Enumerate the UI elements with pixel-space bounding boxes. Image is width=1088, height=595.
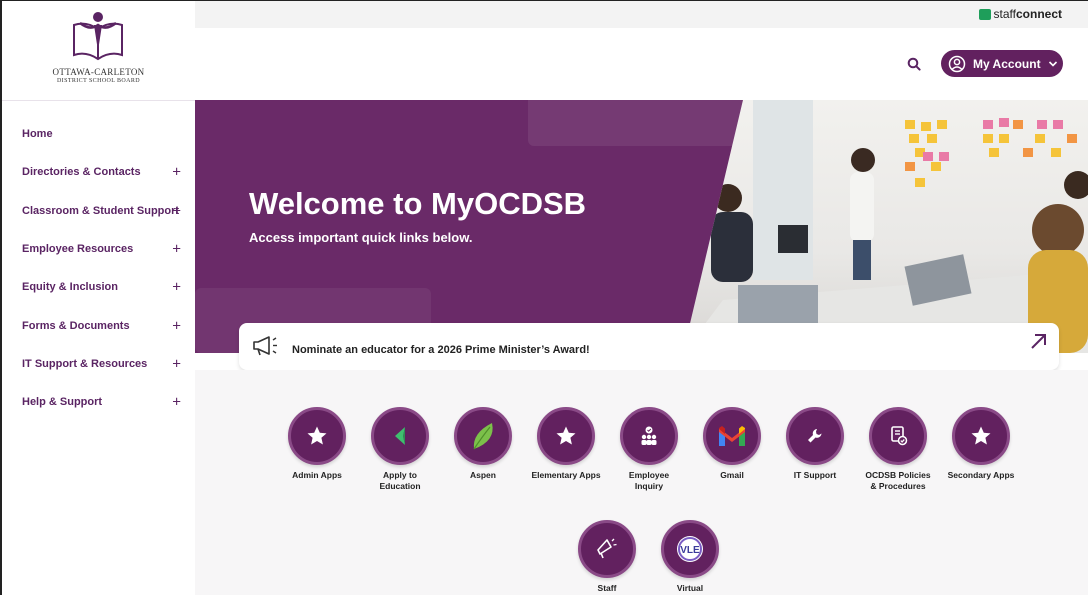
org-name-line2: DISTRICT SCHOOL BOARD xyxy=(56,78,141,84)
sidebar-item-label: IT Support & Resources xyxy=(22,357,148,370)
sidebar-item-forms[interactable]: Forms & Documents + xyxy=(2,306,195,344)
app-virtual[interactable]: VLE Virtual xyxy=(655,520,725,594)
hero-banner: Welcome to MyOCDSB Access important quic… xyxy=(195,100,1088,353)
staffconnect-mark-icon xyxy=(978,8,991,20)
ocdsb-logo[interactable]: OTTAWA-CARLETON DISTRICT SCHOOL BOARD xyxy=(2,1,195,101)
app-circle[interactable] xyxy=(578,520,636,578)
announcement-banner[interactable]: Nominate an educator for a 2026 Prime Mi… xyxy=(239,323,1059,370)
app-label: Employee Inquiry xyxy=(628,470,670,491)
hero-title: Welcome to MyOCDSB xyxy=(249,186,587,221)
search-button[interactable] xyxy=(900,50,928,78)
app-label: Aspen xyxy=(470,470,496,480)
app-label: Gmail xyxy=(720,470,744,480)
app-circle[interactable] xyxy=(371,407,429,465)
app-gmail[interactable]: Gmail xyxy=(697,407,767,481)
announcement-text: Nominate an educator for a 2026 Prime Mi… xyxy=(292,344,590,356)
app-elementary-apps[interactable]: Elementary Apps xyxy=(531,407,601,481)
org-name-line1: OTTAWA-CARLETON xyxy=(52,67,145,77)
top-band: staff connect xyxy=(195,1,1088,28)
my-account-button[interactable]: My Account xyxy=(941,50,1063,77)
office-scene-image xyxy=(683,100,1088,353)
app-label: OCDSB Policies & Procedures xyxy=(865,470,931,491)
app-circle[interactable] xyxy=(454,407,512,465)
expand-plus-icon[interactable]: + xyxy=(172,164,181,181)
sidebar-item-classroom[interactable]: Classroom & Student Support + xyxy=(2,192,195,230)
megaphone-icon xyxy=(597,538,617,559)
star-icon xyxy=(307,426,327,445)
sidebar-item-employee-resources[interactable]: Employee Resources + xyxy=(2,230,195,268)
sidebar-item-help[interactable]: Help & Support + xyxy=(2,383,195,421)
app-employee-inquiry[interactable]: Employee Inquiry xyxy=(614,407,684,491)
app-circle[interactable] xyxy=(703,407,761,465)
sidebar-item-home[interactable]: Home xyxy=(2,115,195,153)
app-label: IT Support xyxy=(793,470,837,480)
vle-icon: VLE xyxy=(677,536,703,562)
gmail-icon xyxy=(719,426,745,446)
sidebar-item-label: Forms & Documents xyxy=(22,319,130,332)
leaf-icon xyxy=(473,423,493,450)
app-label: Secondary Apps xyxy=(947,470,1015,480)
app-circle[interactable] xyxy=(537,407,595,465)
app-circle[interactable] xyxy=(952,407,1010,465)
sidebar-item-label: Home xyxy=(22,128,53,141)
expand-plus-icon[interactable]: + xyxy=(172,355,181,372)
sidebar-nav: Home Directories & Contacts + Classroom … xyxy=(2,115,195,421)
sidebar-item-label: Equity & Inclusion xyxy=(22,281,118,294)
chevron-down-icon xyxy=(1048,60,1057,67)
staffconnect-logo[interactable]: staff connect xyxy=(978,7,1062,21)
expand-plus-icon[interactable]: + xyxy=(172,202,181,219)
app-circle[interactable] xyxy=(288,407,346,465)
megaphone-icon xyxy=(253,336,277,356)
svg-text:VLE: VLE xyxy=(680,545,700,556)
send-icon xyxy=(395,427,405,445)
expand-plus-icon[interactable]: + xyxy=(172,241,181,258)
staffconnect-bold: connect xyxy=(1015,7,1062,21)
app-label: Admin Apps xyxy=(292,470,342,480)
sidebar-item-directories[interactable]: Directories & Contacts + xyxy=(2,153,195,191)
policy-icon xyxy=(891,426,908,446)
app-circle[interactable] xyxy=(786,407,844,465)
header: My Account xyxy=(195,28,1088,100)
app-circle[interactable] xyxy=(620,407,678,465)
search-icon xyxy=(907,57,921,71)
app-label: Virtual xyxy=(676,583,704,593)
staffconnect-light: staff xyxy=(993,7,1016,21)
app-admin-apps[interactable]: Admin Apps xyxy=(282,407,352,481)
hero-subtitle: Access important quick links below. xyxy=(249,230,473,245)
expand-plus-icon[interactable]: + xyxy=(172,317,181,334)
quick-links-area: Admin Apps Apply to Education Aspen Elem… xyxy=(195,370,1088,595)
user-circle-icon xyxy=(948,55,966,72)
app-staff[interactable]: Staff xyxy=(572,520,642,594)
sidebar-item-equity[interactable]: Equity & Inclusion + xyxy=(2,268,195,306)
app-apply-to-education[interactable]: Apply to Education xyxy=(365,407,435,491)
people-icon xyxy=(641,426,657,445)
app-secondary-apps[interactable]: Secondary Apps xyxy=(946,407,1016,481)
my-account-label: My Account xyxy=(973,56,1041,71)
star-icon xyxy=(971,426,991,445)
sidebar-item-label: Help & Support xyxy=(22,396,103,409)
app-it-support[interactable]: IT Support xyxy=(780,407,850,481)
app-circle[interactable] xyxy=(869,407,927,465)
app-label: Staff xyxy=(597,583,617,593)
sidebar: OTTAWA-CARLETON DISTRICT SCHOOL BOARD Ho… xyxy=(2,1,195,595)
app-aspen[interactable]: Aspen xyxy=(448,407,518,481)
app-circle[interactable]: VLE xyxy=(661,520,719,578)
expand-plus-icon[interactable]: + xyxy=(172,394,181,411)
sidebar-item-label: Classroom & Student Support xyxy=(22,204,180,217)
sidebar-item-it-support[interactable]: IT Support & Resources + xyxy=(2,345,195,383)
expand-plus-icon[interactable]: + xyxy=(172,279,181,296)
sidebar-item-label: Directories & Contacts xyxy=(22,166,141,179)
star-icon xyxy=(556,426,576,445)
app-ocdsb-policies[interactable]: OCDSB Policies & Procedures xyxy=(863,407,933,491)
sidebar-item-label: Employee Resources xyxy=(22,243,134,256)
book-figure-icon xyxy=(73,12,123,61)
wrench-icon xyxy=(808,429,822,443)
app-label: Elementary Apps xyxy=(531,470,601,480)
hero-office-photo xyxy=(683,100,1088,353)
app-label: Apply to Education xyxy=(379,470,421,491)
arrow-up-right-icon[interactable] xyxy=(1029,331,1049,351)
